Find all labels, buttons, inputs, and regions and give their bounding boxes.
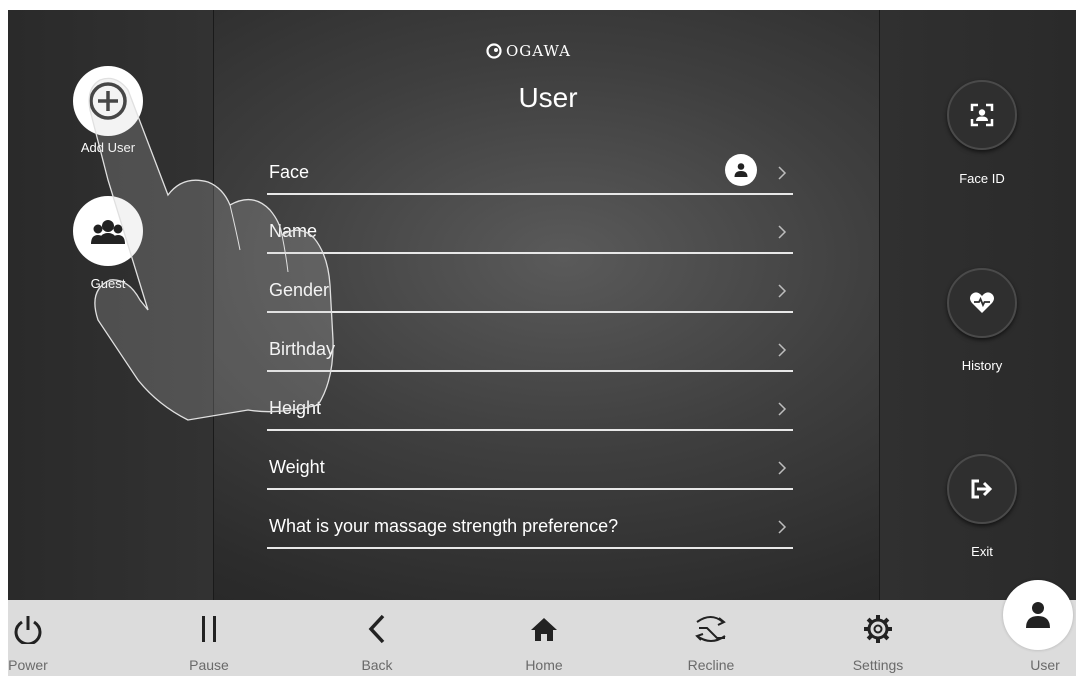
menu-item-name[interactable]: Name	[267, 197, 793, 254]
chevron-right-icon	[778, 520, 787, 534]
chevron-right-icon	[778, 343, 787, 357]
chevron-right-icon	[778, 284, 787, 298]
face-id-button[interactable]	[947, 80, 1017, 150]
exit-label: Exit	[971, 544, 993, 559]
user-icon	[734, 163, 748, 177]
menu-item-label: Face	[269, 162, 310, 182]
exit-button[interactable]	[947, 454, 1017, 524]
avatar	[725, 154, 757, 186]
pause-label: Pause	[189, 657, 229, 673]
main-screen: Add User Guest OGAWA User Face Name Gend…	[8, 10, 1076, 600]
home-label: Home	[525, 657, 563, 673]
chevron-right-icon	[778, 225, 787, 239]
right-panel: Face ID History Exit	[879, 10, 1076, 600]
menu-item-label: Name	[269, 221, 318, 241]
settings-button[interactable]: Settings	[823, 600, 933, 676]
pause-icon	[202, 616, 216, 642]
home-icon	[531, 618, 557, 641]
guest-button[interactable]	[73, 196, 143, 266]
user-label: User	[1030, 657, 1060, 673]
menu-item-label: Weight	[269, 457, 325, 477]
history-button[interactable]	[947, 268, 1017, 338]
brand-logo: OGAWA	[486, 42, 571, 60]
menu-item-label: What is your massage strength preference…	[269, 516, 619, 536]
power-label: Power	[8, 657, 48, 673]
power-button[interactable]: Power	[0, 600, 83, 676]
menu-item-birthday[interactable]: Birthday	[267, 315, 793, 372]
menu-item-strength-preference[interactable]: What is your massage strength preference…	[267, 492, 793, 549]
guest-label: Guest	[90, 276, 126, 291]
add-user-label: Add User	[80, 140, 136, 155]
menu-item-weight[interactable]: Weight	[267, 433, 793, 490]
recline-button[interactable]: Recline	[656, 600, 766, 676]
back-button[interactable]: Back	[322, 600, 432, 676]
menu-item-label: Height	[269, 398, 322, 418]
left-panel: Add User Guest	[8, 10, 214, 600]
power-icon	[14, 616, 42, 644]
face-scan-icon	[970, 103, 994, 127]
chevron-right-icon	[778, 166, 787, 180]
menu-item-label: Birthday	[269, 339, 336, 359]
back-icon	[368, 614, 385, 644]
brand-name: OGAWA	[506, 42, 572, 60]
bottom-nav-bar: Power Pause Back Home Recline Settings U…	[8, 600, 1076, 676]
menu-item-gender[interactable]: Gender	[267, 256, 793, 313]
menu-item-face[interactable]: Face	[267, 138, 793, 195]
settings-label: Settings	[852, 657, 904, 673]
back-label: Back	[361, 657, 393, 673]
face-id-label: Face ID	[959, 171, 1005, 186]
recline-icon	[695, 616, 726, 642]
gear-icon	[864, 615, 892, 643]
exit-icon	[971, 479, 993, 499]
home-button[interactable]: Home	[489, 600, 599, 676]
recline-label: Recline	[687, 657, 735, 673]
ogawa-logo-icon	[486, 43, 502, 59]
menu-item-label: Gender	[269, 280, 330, 300]
heart-pulse-icon	[970, 292, 994, 313]
user-settings-list: Face Name Gender Birthday Height Weight …	[267, 138, 793, 551]
guest-group-icon	[91, 220, 125, 244]
page-title: User	[518, 82, 578, 113]
chevron-right-icon	[778, 461, 787, 475]
user-button[interactable]	[1003, 580, 1073, 650]
menu-item-height[interactable]: Height	[267, 374, 793, 431]
add-user-button[interactable]	[73, 66, 143, 136]
plus-icon	[89, 82, 127, 120]
user-icon	[1026, 602, 1050, 628]
pause-button[interactable]: Pause	[154, 600, 264, 676]
chevron-right-icon	[778, 402, 787, 416]
history-label: History	[961, 358, 1003, 373]
